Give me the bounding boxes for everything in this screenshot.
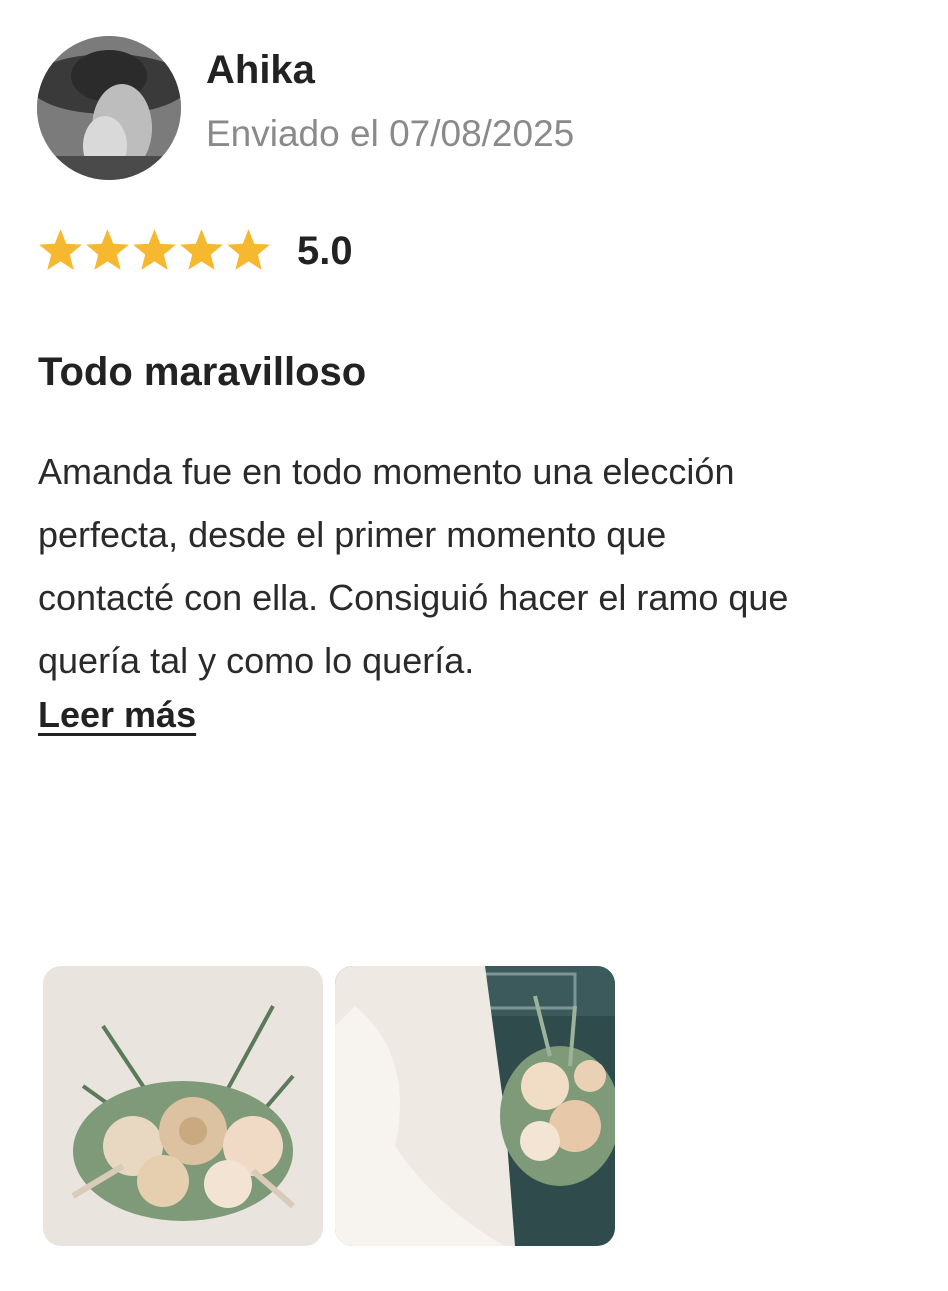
avatar-photo-icon xyxy=(37,36,181,180)
review-body: Amanda fue en todo momento una elección … xyxy=(38,440,918,692)
star-icon xyxy=(39,229,82,270)
bouquet-photo-icon xyxy=(43,966,323,1246)
rating-value: 5.0 xyxy=(297,228,353,273)
star-icon xyxy=(133,229,176,270)
read-more-link[interactable]: Leer más xyxy=(38,694,196,736)
review-title: Todo maravilloso xyxy=(38,350,367,394)
review-line: quería tal y como lo quería. xyxy=(38,640,475,681)
review-line: perfecta, desde el primer momento que xyxy=(38,514,667,555)
review-line: contacté con ella. Consiguió hacer el ra… xyxy=(38,577,789,618)
reviewer-name: Ahika xyxy=(206,48,315,92)
sent-date: Enviado el 07/08/2025 xyxy=(206,113,575,154)
review-line: Amanda fue en todo momento una elección xyxy=(38,451,735,492)
review-photo[interactable] xyxy=(335,966,615,1246)
star-icon xyxy=(227,229,270,270)
rating: 5.0 xyxy=(38,228,353,273)
star-rating xyxy=(38,228,271,273)
avatar[interactable] xyxy=(37,36,181,180)
star-icon xyxy=(86,229,129,270)
star-icon xyxy=(180,229,223,270)
bride-bouquet-photo-icon xyxy=(335,966,615,1246)
review-photo[interactable] xyxy=(43,966,323,1246)
